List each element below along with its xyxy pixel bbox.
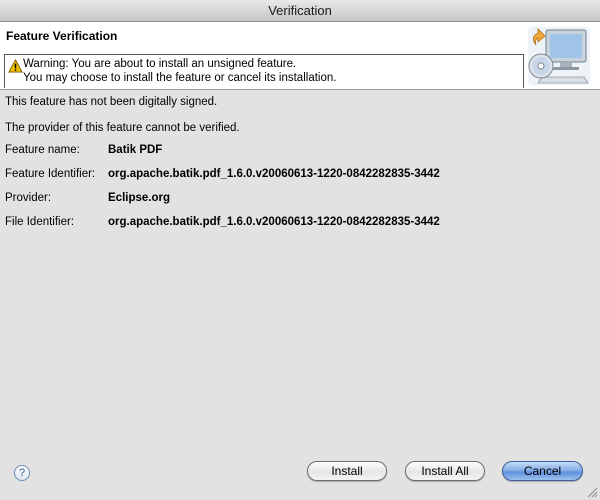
provider-value: Eclipse.org	[108, 192, 170, 204]
install-computer-cd-icon	[528, 27, 590, 85]
window-title: Verification	[0, 0, 600, 22]
not-signed-message: This feature has not been digitally sign…	[5, 96, 218, 108]
banner-title: Feature Verification	[6, 29, 118, 43]
warning-icon	[8, 59, 23, 73]
feature-identifier-label: Feature Identifier:	[5, 168, 96, 180]
warning-text-line2: You may choose to install the feature or…	[23, 72, 337, 84]
resize-grip-icon[interactable]	[586, 486, 598, 498]
feature-name-label: Feature name:	[5, 144, 80, 156]
header-banner: Feature Verification Warning: You are ab…	[0, 22, 600, 90]
help-icon[interactable]: ?	[14, 465, 30, 481]
file-identifier-value: org.apache.batik.pdf_1.6.0.v20060613-122…	[108, 216, 440, 228]
cancel-button[interactable]: Cancel	[502, 461, 583, 481]
install-all-button[interactable]: Install All	[405, 461, 485, 481]
provider-label: Provider:	[5, 192, 52, 204]
install-button[interactable]: Install	[307, 461, 387, 481]
feature-identifier-value: org.apache.batik.pdf_1.6.0.v20060613-122…	[108, 168, 440, 180]
verification-dialog: Verification Feature Verification Warnin…	[0, 0, 600, 500]
feature-name-value: Batik PDF	[108, 144, 163, 156]
warning-message-box: Warning: You are about to install an uns…	[4, 54, 524, 88]
file-identifier-label: File Identifier:	[5, 216, 75, 228]
provider-unverified-message: The provider of this feature cannot be v…	[5, 122, 240, 134]
warning-text-line1: Warning: You are about to install an uns…	[23, 58, 297, 70]
